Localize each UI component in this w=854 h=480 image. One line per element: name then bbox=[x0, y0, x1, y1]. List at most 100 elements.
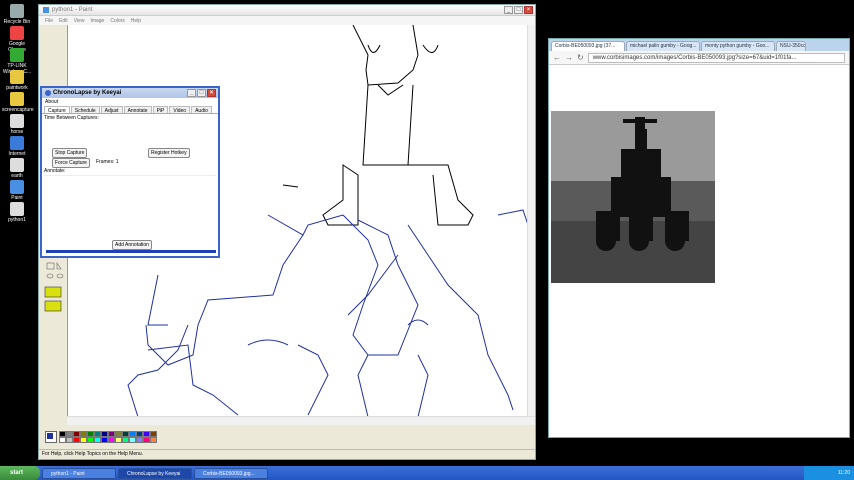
desktop-icon-label: Internet bbox=[8, 151, 26, 157]
menu-item[interactable]: View bbox=[74, 18, 85, 24]
chronolapse-title: ChronoLapse by Keeyai bbox=[53, 90, 122, 96]
menu-item[interactable]: Help bbox=[131, 18, 141, 24]
color-swatch[interactable] bbox=[73, 437, 80, 443]
desktop-icon-label: python1 bbox=[8, 217, 26, 223]
desktop-icon[interactable]: horse bbox=[2, 114, 32, 135]
system-tray: 11:20 bbox=[804, 466, 854, 480]
about-menu[interactable]: About bbox=[42, 98, 218, 106]
color-palette[interactable] bbox=[45, 429, 159, 445]
app-icon bbox=[45, 90, 51, 96]
current-colors bbox=[45, 431, 57, 443]
forward-icon[interactable]: → bbox=[565, 53, 573, 62]
photo-image bbox=[551, 111, 715, 283]
browser-tab[interactable]: michael palin gumby - Goog... bbox=[626, 41, 700, 51]
annotation-textarea[interactable] bbox=[44, 175, 216, 235]
menu-item[interactable]: File bbox=[45, 18, 53, 24]
desktop-icon-image bbox=[10, 4, 24, 18]
chronolapse-window[interactable]: ChronoLapse by Keeyai _ □ × About Captur… bbox=[40, 86, 220, 258]
browser-navbar: ← → ↻ www.corbisimages.com/images/Corbis… bbox=[549, 51, 849, 65]
color-swatch[interactable] bbox=[122, 437, 129, 443]
menu-item[interactable]: Edit bbox=[59, 18, 68, 24]
color-swatch[interactable] bbox=[150, 437, 157, 443]
minimize-button[interactable]: _ bbox=[504, 6, 513, 14]
paint-titlebar[interactable]: python1 - Paint _ □ × bbox=[39, 5, 535, 16]
add-annotation-button[interactable]: Add Annotation bbox=[112, 240, 152, 250]
maximize-button[interactable]: □ bbox=[197, 89, 206, 97]
desktop-icon[interactable]: Recycle Bin bbox=[2, 4, 32, 25]
reload-icon[interactable]: ↻ bbox=[577, 53, 584, 62]
menu-item[interactable]: Image bbox=[90, 18, 104, 24]
desktop-icon-image bbox=[10, 158, 24, 172]
taskbar-button[interactable]: ChronoLapse by Keeyai bbox=[118, 467, 192, 479]
stop-capture-button[interactable]: Stop Capture bbox=[52, 148, 88, 158]
browser-tab[interactable]: NSU-350cc... bbox=[776, 41, 806, 51]
address-bar[interactable]: www.corbisimages.com/images/Corbis-BE050… bbox=[587, 52, 845, 63]
desktop-icon[interactable]: earth bbox=[2, 158, 32, 179]
desktop-icon-image bbox=[10, 70, 24, 84]
color-swatch[interactable] bbox=[108, 437, 115, 443]
chrome-window[interactable]: Corbis-BE050093.jpg (37... michael palin … bbox=[548, 38, 850, 438]
color-swatch[interactable] bbox=[94, 437, 101, 443]
minimize-button[interactable]: _ bbox=[187, 89, 196, 97]
desktop-icon[interactable]: Paint bbox=[2, 180, 32, 201]
browser-tab[interactable]: monty python gumby - Goo... bbox=[701, 41, 775, 51]
desktop-icon-image bbox=[10, 26, 24, 40]
color-swatch[interactable] bbox=[80, 437, 87, 443]
taskbar: start python1 - Paint ChronoLapse by Keey… bbox=[0, 466, 854, 480]
start-button[interactable]: start bbox=[0, 466, 40, 480]
color-swatch[interactable] bbox=[115, 437, 122, 443]
color-swatch[interactable] bbox=[129, 437, 136, 443]
taskbar-button[interactable]: Corbis-BE050093.jpg... bbox=[194, 467, 268, 479]
taskbar-button[interactable]: python1 - Paint bbox=[42, 467, 116, 479]
desktop-icon-label: earth bbox=[11, 173, 23, 179]
desktop-icon-label: paintwork bbox=[6, 85, 28, 91]
desktop-icon-image bbox=[10, 92, 24, 106]
force-capture-button[interactable]: Force Capture bbox=[52, 158, 90, 168]
back-icon[interactable]: ← bbox=[553, 53, 561, 62]
capture-options-area bbox=[52, 130, 142, 144]
time-between-label: Time Between Captures: bbox=[44, 115, 99, 121]
annotate-label: Annotate: bbox=[44, 168, 66, 174]
desktop-icon[interactable]: Internet bbox=[2, 136, 32, 157]
paint-title: python1 - Paint bbox=[52, 7, 93, 13]
tab-annotate[interactable]: Annotate bbox=[123, 106, 152, 114]
close-button[interactable]: × bbox=[524, 6, 533, 14]
register-hotkey-button[interactable]: Register Hotkey bbox=[148, 148, 190, 158]
progress-bar bbox=[46, 250, 216, 253]
browser-tab-strip: Corbis-BE050093.jpg (37... michael palin … bbox=[549, 39, 849, 51]
menu-item[interactable]: Colors bbox=[110, 18, 124, 24]
tab-schedule[interactable]: Schedule bbox=[70, 106, 100, 114]
close-button[interactable]: × bbox=[207, 89, 216, 97]
paint-app-icon bbox=[43, 7, 49, 13]
color-swatch[interactable] bbox=[66, 437, 73, 443]
desktop-icon-image bbox=[10, 114, 24, 128]
tab-pip[interactable]: PiP bbox=[152, 106, 169, 114]
tab-capture[interactable]: Capture bbox=[44, 106, 70, 114]
desktop-icon[interactable]: paintwork bbox=[2, 70, 32, 91]
tab-adjust[interactable]: Adjust bbox=[100, 106, 123, 114]
color-swatch[interactable] bbox=[59, 437, 66, 443]
horizontal-scrollbar[interactable] bbox=[67, 416, 535, 425]
color-swatch[interactable] bbox=[101, 437, 108, 443]
clock: 11:20 bbox=[837, 470, 850, 476]
chronolapse-titlebar[interactable]: ChronoLapse by Keeyai _ □ × bbox=[42, 88, 218, 98]
maximize-button[interactable]: □ bbox=[514, 6, 523, 14]
tab-audio[interactable]: Audio bbox=[191, 106, 212, 114]
desktop-icon[interactable]: python1 bbox=[2, 202, 32, 223]
desktop-icon[interactable]: screencapture bbox=[2, 92, 34, 113]
desktop-icon-label: horse bbox=[10, 129, 24, 135]
vertical-scrollbar[interactable] bbox=[527, 25, 535, 425]
desktop-icon-image bbox=[10, 136, 24, 150]
color-swatch[interactable] bbox=[143, 437, 150, 443]
paint-menubar: File Edit View Image Colors Help bbox=[39, 16, 535, 25]
tab-video[interactable]: Video bbox=[169, 106, 191, 114]
frames-count: Frames: 1 bbox=[96, 159, 119, 165]
color-swatch[interactable] bbox=[87, 437, 94, 443]
desktop-icon-label: Paint bbox=[11, 195, 23, 201]
status-bar: For Help, click Help Topics on the Help … bbox=[39, 449, 535, 459]
desktop-icon-image bbox=[10, 48, 24, 62]
browser-tab[interactable]: Corbis-BE050093.jpg (37... bbox=[551, 41, 625, 51]
desktop-icon-image bbox=[10, 180, 24, 194]
desktop-icon-image bbox=[10, 202, 24, 216]
color-swatch[interactable] bbox=[136, 437, 143, 443]
